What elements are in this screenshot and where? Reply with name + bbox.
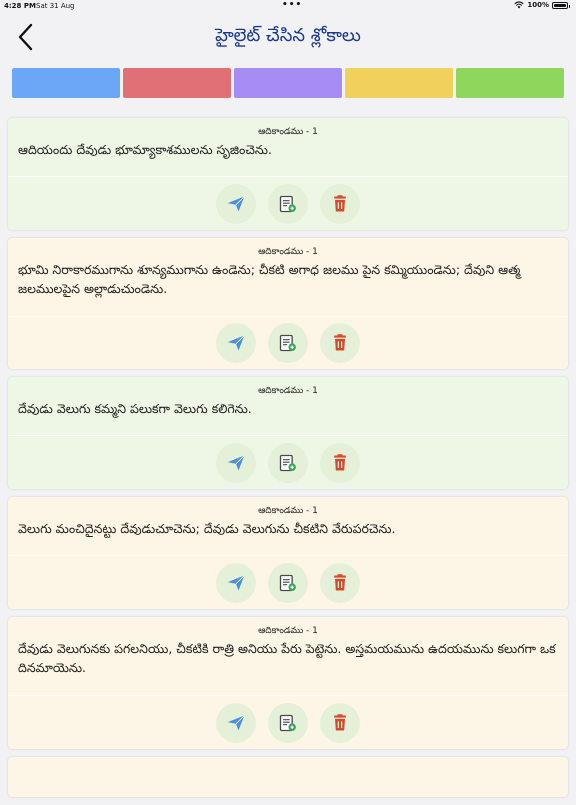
delete-button[interactable] <box>320 443 360 483</box>
note-icon <box>279 195 296 213</box>
trash-icon <box>334 195 346 212</box>
verse-text[interactable]: దేవుడు వెలుగు కమ్మని పలుకగా వెలుగు కలిగె… <box>8 399 568 418</box>
note-icon <box>279 574 296 592</box>
delete-button[interactable] <box>320 323 360 363</box>
verse-text[interactable]: ఆదియందు దేవుడు భూమ్యాకాశములను సృజించెను. <box>8 140 568 159</box>
highlight-list: ఆదికాండము - 1 ఆదియందు దేవుడు భూమ్యాకాశము… <box>8 118 568 805</box>
status-right: 100% <box>514 1 570 9</box>
verse-card-partial <box>8 757 568 797</box>
card-actions <box>8 323 568 363</box>
note-button[interactable] <box>268 443 308 483</box>
card-divider <box>8 316 568 317</box>
swatch-green[interactable] <box>456 68 564 98</box>
highlight-color-filter <box>12 68 564 98</box>
multitasking-dots-icon[interactable]: ••• <box>282 0 302 10</box>
battery-percent: 100% <box>527 1 549 9</box>
battery-fill <box>554 3 566 7</box>
verse-reference: ఆదికాండము - 1 <box>258 506 318 516</box>
trash-icon <box>334 334 346 351</box>
card-actions <box>8 184 568 224</box>
verse-text[interactable]: వెలుగు మంచిదైనట్టు దేవుడుచూచెను; దేవుడు … <box>8 519 568 538</box>
card-divider <box>8 435 568 436</box>
verse-reference: ఆదికాండము - 1 <box>258 247 318 257</box>
verse-card: ఆదికాండము - 1 ఆదియందు దేవుడు భూమ్యాకాశము… <box>8 118 568 230</box>
note-icon <box>279 714 296 732</box>
status-bar: 4:28 PM Sat 31 Aug ••• 100% <box>0 0 576 12</box>
card-divider <box>8 176 568 177</box>
header: హైలైట్ చేసిన శ్లోకాలు <box>0 12 576 62</box>
share-button[interactable] <box>216 563 256 603</box>
card-divider <box>8 555 568 556</box>
note-icon <box>279 454 296 472</box>
note-icon <box>279 334 296 352</box>
verse-card: ఆదికాండము - 1 దేవుడు వెలుగు కమ్మని పలుకగ… <box>8 377 568 489</box>
swatch-blue[interactable] <box>12 68 120 98</box>
status-date: Sat 31 Aug <box>36 2 75 10</box>
share-button[interactable] <box>216 443 256 483</box>
send-icon <box>227 715 245 731</box>
send-icon <box>227 575 245 591</box>
swatch-yellow[interactable] <box>345 68 453 98</box>
note-button[interactable] <box>268 184 308 224</box>
wifi-icon <box>514 1 524 9</box>
delete-button[interactable] <box>320 563 360 603</box>
verse-reference: ఆదికాండము - 1 <box>258 626 318 636</box>
card-divider <box>8 695 568 696</box>
note-button[interactable] <box>268 323 308 363</box>
swatch-purple[interactable] <box>234 68 342 98</box>
verse-card: ఆదికాండము - 1 వెలుగు మంచిదైనట్టు దేవుడుచ… <box>8 497 568 609</box>
verse-reference: ఆదికాండము - 1 <box>258 386 318 396</box>
trash-icon <box>334 714 346 731</box>
share-button[interactable] <box>216 703 256 743</box>
share-button[interactable] <box>216 323 256 363</box>
send-icon <box>227 335 245 351</box>
verse-text[interactable]: భూమి నిరాకారముగాను శూన్యముగాను ఉండెను; చ… <box>8 260 568 298</box>
delete-button[interactable] <box>320 184 360 224</box>
verse-card: ఆదికాండము - 1 భూమి నిరాకారముగాను శూన్యము… <box>8 238 568 369</box>
card-actions <box>8 443 568 483</box>
send-icon <box>227 196 245 212</box>
delete-button[interactable] <box>320 703 360 743</box>
battery-icon <box>552 1 570 9</box>
card-actions <box>8 563 568 603</box>
share-button[interactable] <box>216 184 256 224</box>
send-icon <box>227 455 245 471</box>
page-title: హైలైట్ చేసిన శ్లోకాలు <box>215 25 361 46</box>
trash-icon <box>334 574 346 591</box>
verse-card: ఆదికాండము - 1 దేవుడు వెలుగునకు పగలనియు, … <box>8 617 568 749</box>
verse-reference: ఆదికాండము - 1 <box>258 127 318 137</box>
swatch-red[interactable] <box>123 68 231 98</box>
trash-icon <box>334 454 346 471</box>
card-actions <box>8 703 568 743</box>
status-time: 4:28 PM <box>4 2 36 10</box>
note-button[interactable] <box>268 703 308 743</box>
verse-text[interactable]: దేవుడు వెలుగునకు పగలనియు, చీకటికి రాత్రి… <box>8 639 568 677</box>
note-button[interactable] <box>268 563 308 603</box>
